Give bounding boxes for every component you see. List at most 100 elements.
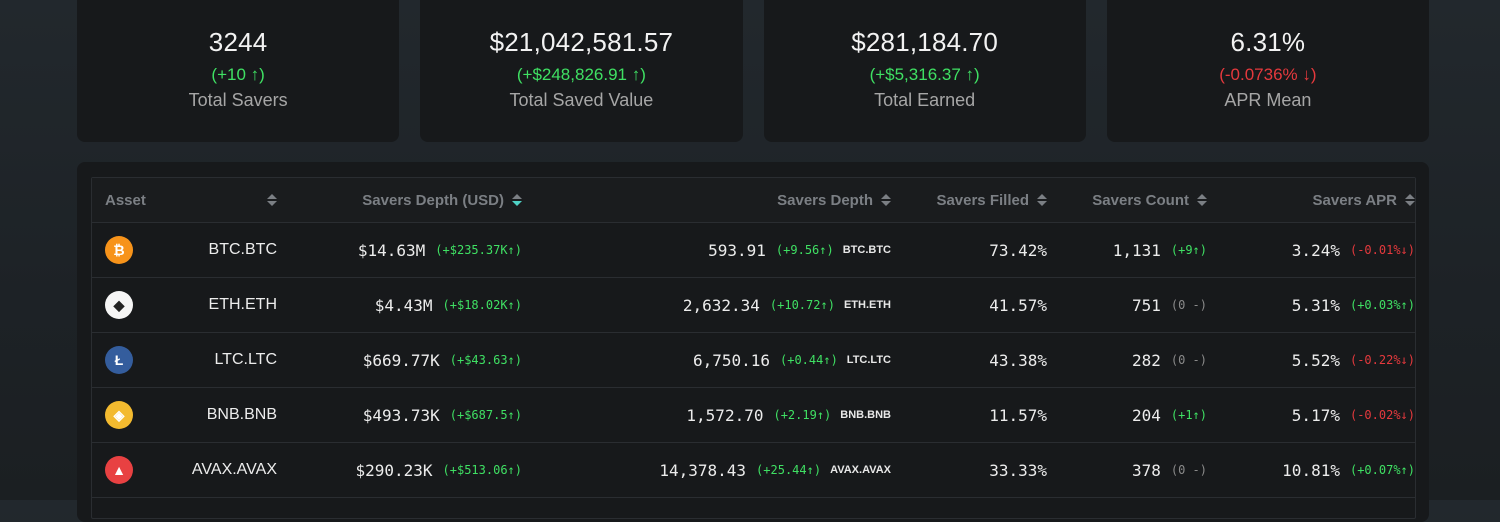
usd-delta: (+$235.37K↑)	[435, 243, 522, 257]
cell-savers-filled: 41.57%	[902, 296, 1047, 315]
cell-asset[interactable]: ◆ ETH.ETH	[92, 291, 287, 319]
header-savers-depth-usd[interactable]: Savers Depth (USD)	[287, 192, 522, 209]
count-value: 1,131	[1112, 240, 1161, 260]
header-asset[interactable]: Asset	[92, 192, 287, 209]
cell-asset[interactable]: Ł LTC.LTC	[92, 346, 287, 374]
cell-savers-depth: 6,750.16 (+0.44↑) LTC.LTC	[522, 351, 902, 370]
cell-savers-count: 378 (0 -)	[1047, 461, 1207, 480]
sort-icon[interactable]	[881, 194, 891, 206]
count-value: 282	[1131, 350, 1161, 370]
usd-value: $4.43M	[374, 295, 433, 315]
table-row[interactable]: ◈ BNB.BNB $493.73K (+$687.5↑) 1,572.70 (…	[92, 388, 1415, 443]
depth-value: 2,632.34	[682, 295, 760, 315]
stat-label: Total Earned	[874, 90, 976, 110]
cell-asset[interactable]: ◈ BNB.BNB	[92, 401, 287, 429]
count-delta: (0 -)	[1170, 298, 1207, 312]
cell-asset[interactable]: ▲ AVAX.AVAX	[92, 456, 287, 484]
usd-value: $669.77K	[362, 350, 440, 370]
stat-card-total-savers: 3244 (+10 ↑) Total Savers	[77, 0, 400, 142]
depth-ticker: ETH.ETH	[843, 299, 891, 311]
stat-delta: (+$248,826.91 ↑)	[516, 65, 646, 84]
usd-delta: (+$687.5↑)	[449, 408, 522, 422]
cell-asset[interactable]: ₿ BTC.BTC	[92, 236, 287, 264]
cell-savers-filled: 33.33%	[902, 461, 1047, 480]
sort-icon[interactable]	[1405, 194, 1415, 206]
stat-delta: (+10 ↑)	[211, 65, 265, 84]
cell-savers-depth: 593.91 (+9.56↑) BTC.BTC	[522, 241, 902, 260]
litecoin-icon: Ł	[105, 346, 133, 374]
usd-delta: (+$43.63↑)	[449, 353, 522, 367]
stat-card-total-earned: $281,184.70 (+$5,316.37 ↑) Total Earned	[763, 0, 1086, 142]
usd-value: $14.63M	[357, 240, 426, 260]
depth-value: 14,378.43	[659, 460, 747, 480]
cell-savers-apr: 5.17% (-0.02%↓)	[1207, 406, 1415, 425]
asset-name: LTC.LTC	[214, 351, 277, 368]
depth-value: 1,572.70	[686, 405, 764, 425]
count-value: 378	[1131, 460, 1161, 480]
filled-value: 41.57%	[989, 295, 1047, 315]
header-savers-apr[interactable]: Savers APR	[1207, 192, 1415, 209]
table-row[interactable]: ₿ BTC.BTC $14.63M (+$235.37K↑) 593.91 (+…	[92, 223, 1415, 278]
cell-savers-count: 204 (+1↑)	[1047, 406, 1207, 425]
apr-value: 5.17%	[1291, 405, 1340, 425]
header-label: Savers Depth (USD)	[362, 191, 504, 209]
count-delta: (0 -)	[1170, 463, 1207, 477]
table-row[interactable]: ◆ ETH.ETH $4.43M (+$18.02K↑) 2,632.34 (+…	[92, 278, 1415, 333]
cell-savers-filled: 43.38%	[902, 351, 1047, 370]
asset-name: BNB.BNB	[206, 406, 277, 423]
stat-value: 6.31%	[1230, 27, 1306, 57]
sort-icon[interactable]	[267, 194, 277, 206]
apr-delta: (-0.01%↓)	[1349, 243, 1415, 257]
depth-delta: (+0.44↑)	[780, 353, 838, 367]
bitcoin-icon: ₿	[105, 236, 133, 264]
depth-delta: (+2.19↑)	[773, 408, 832, 422]
header-savers-count[interactable]: Savers Count	[1047, 192, 1207, 209]
count-delta: (+1↑)	[1170, 408, 1207, 422]
table-body: ₿ BTC.BTC $14.63M (+$235.37K↑) 593.91 (+…	[92, 223, 1415, 498]
apr-delta: (-0.02%↓)	[1349, 408, 1415, 422]
depth-value: 593.91	[708, 240, 766, 260]
stat-label: Total Saved Value	[509, 90, 654, 110]
cell-savers-depth-usd: $290.23K (+$513.06↑)	[287, 461, 522, 480]
sort-desc-active-icon[interactable]	[512, 194, 522, 206]
header-label: Savers APR	[1312, 191, 1398, 209]
apr-value: 5.31%	[1291, 295, 1340, 315]
apr-value: 5.52%	[1291, 350, 1340, 370]
cell-savers-depth-usd: $14.63M (+$235.37K↑)	[287, 241, 522, 260]
table-row[interactable]: Ł LTC.LTC $669.77K (+$43.63↑) 6,750.16 (…	[92, 333, 1415, 388]
cell-savers-depth: 2,632.34 (+10.72↑) ETH.ETH	[522, 296, 902, 315]
stat-value: $21,042,581.57	[489, 27, 674, 57]
stat-card-apr-mean: 6.31% (-0.0736% ↓) APR Mean	[1106, 0, 1429, 142]
stat-label: APR Mean	[1224, 90, 1312, 110]
usd-value: $493.73K	[362, 405, 440, 425]
count-delta: (+9↑)	[1170, 243, 1207, 257]
header-savers-depth[interactable]: Savers Depth	[522, 192, 902, 209]
apr-value: 3.24%	[1291, 240, 1340, 260]
cell-savers-depth: 14,378.43 (+25.44↑) AVAX.AVAX	[522, 461, 902, 480]
depth-value: 6,750.16	[692, 350, 770, 370]
asset-name: BTC.BTC	[208, 241, 277, 258]
table-row[interactable]: ▲ AVAX.AVAX $290.23K (+$513.06↑) 14,378.…	[92, 443, 1415, 498]
ethereum-icon: ◆	[105, 291, 133, 319]
cell-savers-apr: 5.31% (+0.03%↑)	[1207, 296, 1415, 315]
header-label: Asset	[105, 191, 146, 209]
stat-value: $281,184.70	[851, 27, 999, 57]
cell-savers-count: 1,131 (+9↑)	[1047, 241, 1207, 260]
stat-value: 3244	[208, 27, 268, 57]
cell-savers-count: 751 (0 -)	[1047, 296, 1207, 315]
filled-value: 73.42%	[989, 240, 1047, 260]
stat-delta: (-0.0736% ↓)	[1219, 65, 1317, 84]
usd-value: $290.23K	[355, 460, 433, 480]
count-delta: (0 -)	[1170, 353, 1207, 367]
depth-delta: (+10.72↑)	[769, 298, 835, 312]
sort-icon[interactable]	[1037, 194, 1047, 206]
cell-savers-count: 282 (0 -)	[1047, 351, 1207, 370]
avalanche-icon: ▲	[105, 456, 133, 484]
sort-icon[interactable]	[1197, 194, 1207, 206]
cell-savers-depth: 1,572.70 (+2.19↑) BNB.BNB	[522, 406, 902, 425]
stat-delta: (+$5,316.37 ↑)	[869, 65, 980, 84]
filled-value: 11.57%	[989, 405, 1047, 425]
header-savers-filled[interactable]: Savers Filled	[902, 192, 1047, 209]
stat-label: Total Savers	[188, 90, 288, 110]
apr-value: 10.81%	[1282, 460, 1340, 480]
